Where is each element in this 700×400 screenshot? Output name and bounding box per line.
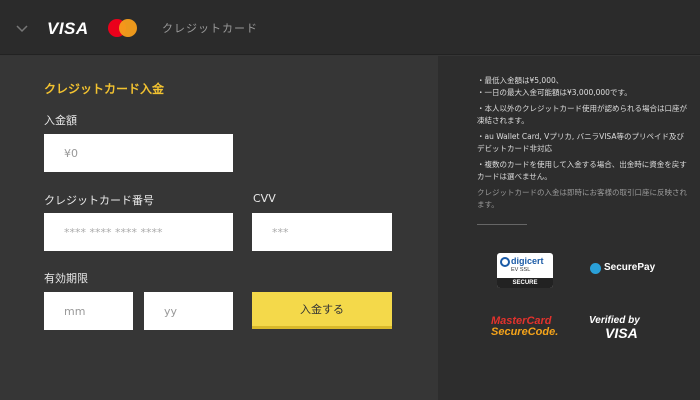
- amount-label: 入金額: [44, 114, 77, 127]
- divider: [477, 224, 527, 225]
- note-item: ・最低入金額は¥5,000、: [477, 76, 564, 85]
- digicert-title: digicert: [511, 256, 544, 266]
- payment-method-header[interactable]: VISA クレジットカード: [0, 0, 700, 55]
- mastercard-securecode-logo: MasterCard SecureCode.: [491, 315, 559, 338]
- digicert-badge: digicert EV SSL SECURE: [497, 253, 553, 288]
- verified-by-visa-logo: Verified by VISA: [589, 315, 640, 341]
- amount-input[interactable]: ¥0: [44, 134, 233, 172]
- digicert-secure: SECURE: [497, 278, 553, 288]
- note-item: ・一日の最大入金可能額は¥3,000,000です。: [477, 88, 632, 97]
- deposit-notes: ・最低入金額は¥5,000、 ・一日の最大入金可能額は¥3,000,000です。…: [477, 75, 687, 215]
- card-number-input[interactable]: **** **** **** ****: [44, 213, 233, 251]
- digicert-seal-icon: [500, 257, 510, 267]
- deposit-submit-button[interactable]: 入金する: [252, 292, 392, 329]
- form-title: クレジットカード入金: [44, 82, 165, 96]
- expiry-year-input[interactable]: yy: [144, 292, 233, 330]
- expiry-month-input[interactable]: mm: [44, 292, 133, 330]
- cvv-input[interactable]: ***: [252, 213, 392, 251]
- payment-method-label: クレジットカード: [162, 22, 258, 35]
- securepay-logo: SecurePay: [604, 262, 656, 273]
- note-muted: クレジットカードの入金は即時にお客様の取引口座に反映されます。: [477, 188, 687, 209]
- note-item: ・au Wallet Card, Vプリカ, バニラVISA等のプリペイド及びデ…: [477, 132, 684, 153]
- mastercard-logo-icon: [108, 19, 138, 37]
- note-item: ・複数のカードを使用して入金する場合、出金時に資金を戻すカードは選べません。: [477, 160, 687, 181]
- card-number-label: クレジットカード番号: [44, 194, 154, 207]
- note-item: ・本人以外のクレジットカード使用が認められる場合は口座が凍結されます。: [477, 104, 687, 125]
- visa-logo: VISA: [47, 19, 89, 38]
- chevron-down-icon[interactable]: [14, 20, 30, 36]
- expiry-label: 有効期限: [44, 272, 88, 285]
- digicert-sub: EV SSL: [511, 267, 531, 273]
- cvv-label: CVV: [253, 192, 276, 205]
